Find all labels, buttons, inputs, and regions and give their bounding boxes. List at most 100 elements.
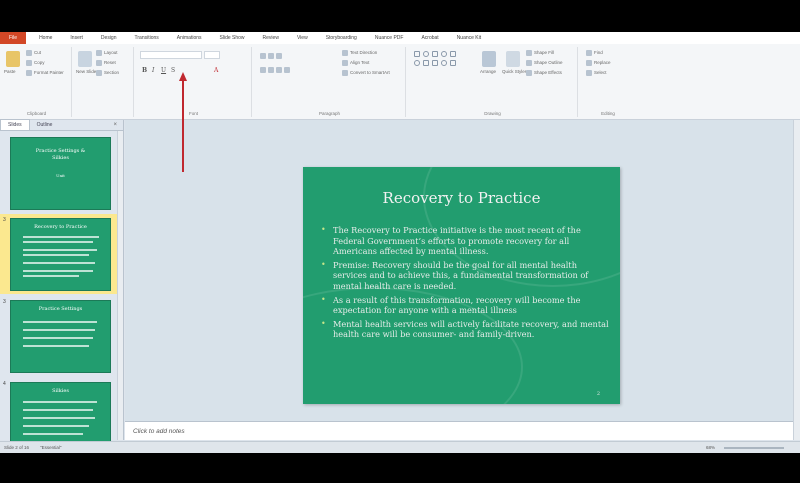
slide-thumbnail-1[interactable]: Practice Settings & Silkies Unit xyxy=(0,133,120,213)
select-label: Select xyxy=(594,70,607,76)
arc-shape-icon[interactable] xyxy=(414,60,420,66)
drawing-label: Drawing xyxy=(484,111,501,116)
select-button[interactable]: Select xyxy=(586,70,607,76)
arrange-icon[interactable] xyxy=(482,51,496,67)
slide-thumbnail-3[interactable]: 3 Practice Settings xyxy=(0,296,120,376)
circle-shape-icon[interactable] xyxy=(441,51,447,57)
align-text-button[interactable]: Align Text xyxy=(342,60,369,66)
tab-insert[interactable]: Insert xyxy=(61,32,92,44)
convert-smartart-button[interactable]: Convert to SmartArt xyxy=(342,70,390,76)
align-center-icon xyxy=(268,67,274,73)
arrange-button[interactable]: Arrange xyxy=(480,69,496,74)
shadow-button[interactable]: S xyxy=(171,67,175,74)
new-slide-icon[interactable] xyxy=(78,51,92,67)
replace-label: Replace xyxy=(594,60,611,66)
rectangle-shape-icon[interactable] xyxy=(414,51,420,57)
arrow-shape-icon[interactable] xyxy=(432,60,438,66)
slide-number: 3 xyxy=(3,217,6,223)
triangle-shape-icon[interactable] xyxy=(423,60,429,66)
thumbnail-text-line xyxy=(23,433,83,435)
tab-home[interactable]: Home xyxy=(30,32,61,44)
copy-label: Copy xyxy=(34,60,45,66)
replace-button[interactable]: Replace xyxy=(586,60,611,66)
cut-button[interactable]: Cut xyxy=(26,50,41,56)
close-icon[interactable]: × xyxy=(113,122,117,128)
annotation-arrow xyxy=(179,72,187,172)
slide-bullet-list[interactable]: The Recovery to Practice initiative is t… xyxy=(321,225,609,343)
cursor-icon xyxy=(586,70,592,76)
font-size-box[interactable] xyxy=(204,51,220,59)
paste-button[interactable]: Paste xyxy=(4,69,16,74)
tab-outline[interactable]: Outline xyxy=(30,120,60,130)
tab-view[interactable]: View xyxy=(288,32,317,44)
reset-button[interactable]: Reset xyxy=(96,60,116,66)
text-direction-button[interactable]: Text Direction xyxy=(342,50,377,56)
bullet-item: Premise: Recovery should be the goal for… xyxy=(321,260,609,292)
alignment-buttons[interactable] xyxy=(260,67,292,73)
thumbnail-text-line xyxy=(23,409,93,411)
font-label: Font xyxy=(188,111,198,116)
shape-outline-button[interactable]: Shape Outline xyxy=(526,60,563,66)
brush-icon xyxy=(26,70,32,76)
indent-icon xyxy=(276,53,282,59)
slide-number: 3 xyxy=(3,299,6,305)
notes-pane[interactable]: Click to add notes xyxy=(125,421,793,440)
tab-design[interactable]: Design xyxy=(92,32,126,44)
tab-nuance-kit[interactable]: Nuance Kit xyxy=(448,32,490,44)
zoom-slider[interactable] xyxy=(724,447,784,449)
tab-animations[interactable]: Animations xyxy=(168,32,211,44)
align-right-icon xyxy=(276,67,282,73)
line-shape-icon[interactable] xyxy=(432,51,438,57)
align-left-icon xyxy=(260,67,266,73)
shape-fill-button[interactable]: Shape Fill xyxy=(526,50,554,56)
tab-slides[interactable]: Slides xyxy=(0,119,30,130)
font-color-button[interactable]: A xyxy=(214,67,218,74)
new-slide-button[interactable]: New Slide xyxy=(76,69,96,74)
thumbnail-text-line xyxy=(23,345,89,347)
slide-number-label: 2 xyxy=(596,391,600,397)
tab-file[interactable]: File xyxy=(0,32,27,44)
quick-styles-icon[interactable] xyxy=(506,51,520,67)
bullets-button[interactable] xyxy=(260,53,284,59)
thumbnail-image: Practice Settings & Silkies Unit xyxy=(10,137,111,210)
current-slide[interactable]: Recovery to Practice The Recovery to Pra… xyxy=(303,167,620,404)
format-painter-button[interactable]: Format Painter xyxy=(26,70,64,76)
section-button[interactable]: Section xyxy=(96,70,119,76)
slide-thumbnail-2[interactable]: 3 Recovery to Practice xyxy=(0,214,120,294)
tab-transitions[interactable]: Transitions xyxy=(126,32,168,44)
slides-pane-scrollbar[interactable] xyxy=(117,131,123,440)
underline-button[interactable]: U xyxy=(161,67,166,74)
quick-styles-button[interactable]: Quick Styles xyxy=(502,69,527,74)
star-shape-icon[interactable] xyxy=(450,60,456,66)
smartart-icon xyxy=(342,70,348,76)
oval-shape-icon[interactable] xyxy=(423,51,429,57)
thumbnail-image: Practice Settings xyxy=(10,300,111,373)
tab-nuance-pdf[interactable]: Nuance PDF xyxy=(366,32,413,44)
tab-review[interactable]: Review xyxy=(254,32,288,44)
thumbnail-title: Practice Settings & Silkies xyxy=(35,148,86,161)
reset-label: Reset xyxy=(104,60,116,66)
tab-acrobat[interactable]: Acrobat xyxy=(412,32,447,44)
bold-button[interactable]: B xyxy=(142,67,147,74)
paint-bucket-icon xyxy=(526,50,532,56)
paste-icon[interactable] xyxy=(6,51,20,67)
text-direction-icon xyxy=(342,50,348,56)
italic-button[interactable]: I xyxy=(152,67,154,74)
brace-shape-icon[interactable] xyxy=(441,60,447,66)
find-button[interactable]: Find xyxy=(586,50,603,56)
format-painter-label: Format Painter xyxy=(34,70,64,76)
copy-button[interactable]: Copy xyxy=(26,60,45,66)
bullet-item: As a result of this transformation, reco… xyxy=(321,295,609,316)
thumbnail-text-line xyxy=(23,425,89,427)
shape-effects-button[interactable]: Shape Effects xyxy=(526,70,562,76)
tab-storyboarding[interactable]: Storyboarding xyxy=(317,32,366,44)
font-name-box[interactable] xyxy=(140,51,202,59)
layout-button[interactable]: Layout xyxy=(96,50,118,56)
slide-editing-area: Recovery to Practice The Recovery to Pra… xyxy=(125,120,793,440)
tab-slide-show[interactable]: Slide Show xyxy=(211,32,254,44)
square-shape-icon[interactable] xyxy=(450,51,456,57)
status-bar: Slide 2 of 16 "Essential" 68% xyxy=(0,441,800,453)
slide-title[interactable]: Recovery to Practice xyxy=(303,189,620,207)
main-scrollbar[interactable] xyxy=(793,120,800,440)
thumbnail-text-line xyxy=(23,262,95,264)
